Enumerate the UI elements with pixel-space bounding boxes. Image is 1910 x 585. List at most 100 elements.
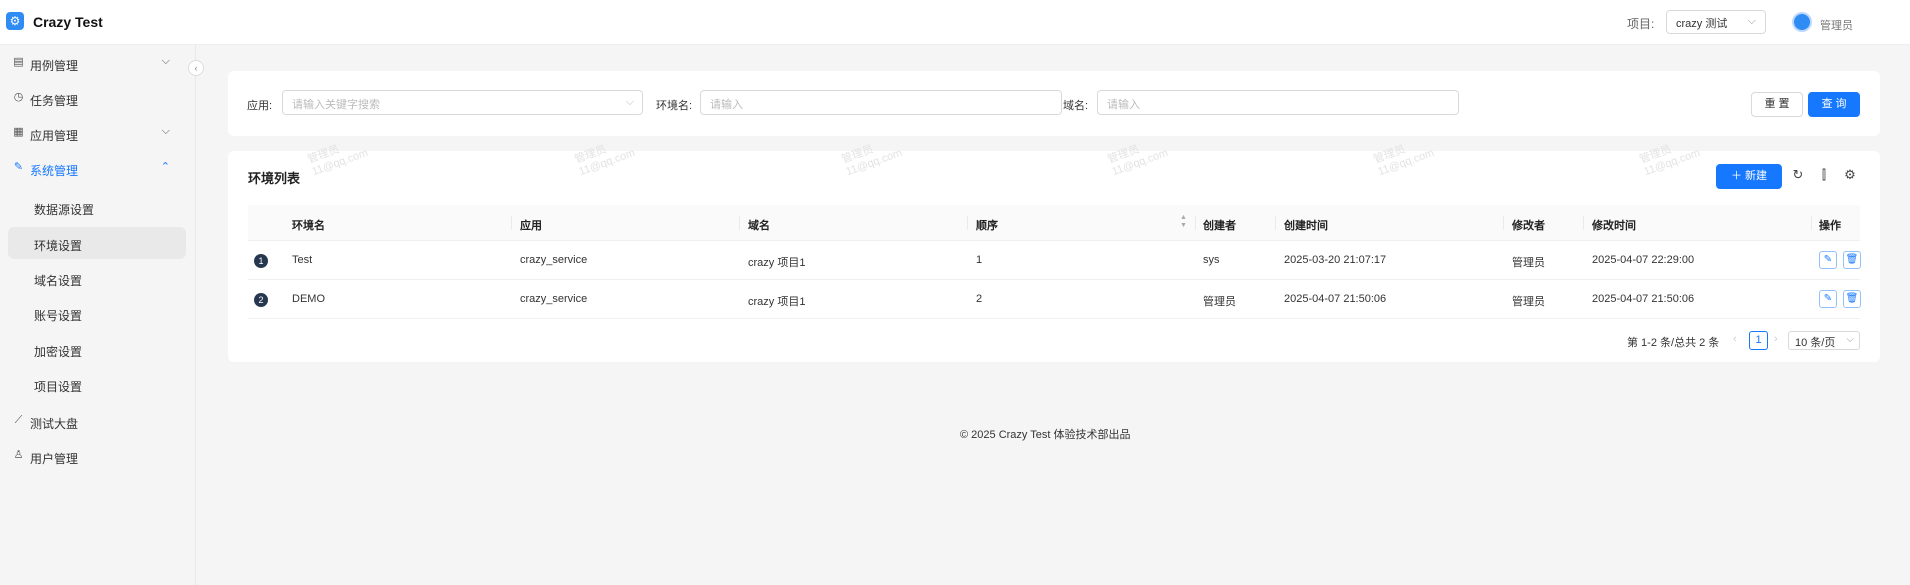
app-search-placeholder: 请输入关键字搜索: [292, 99, 380, 111]
sidebar-item-system-management[interactable]: ✎ 系统管理 ⌃: [8, 153, 186, 183]
reset-button[interactable]: 重 置: [1751, 92, 1803, 117]
column-header-env-name: 环境名: [292, 220, 325, 232]
plus-icon: ＋: [1730, 170, 1742, 182]
sidebar-subitem-datasource[interactable]: 数据源设置: [8, 191, 186, 223]
sidebar-item-label: 测试大盘: [30, 417, 79, 431]
sidebar-subitem-account[interactable]: 账号设置: [8, 297, 186, 329]
cell-env-name: Test: [292, 254, 313, 266]
footer-copyright: © 2025 Crazy Test 体验技术部出品: [960, 429, 1131, 441]
app-field-label: 应用:: [247, 100, 273, 112]
sidebar-item-label: 任务管理: [30, 94, 79, 108]
cell-modifier: 管理员: [1512, 257, 1545, 269]
column-header-created-time: 创建时间: [1284, 220, 1328, 232]
project-label: 项目:: [1627, 17, 1655, 31]
sidebar-subitem-label: 域名设置: [34, 274, 83, 288]
sidebar-item-user-management[interactable]: ♙ 用户管理: [8, 441, 186, 471]
domain-input[interactable]: 请输入: [1097, 90, 1459, 115]
sidebar: ▤ 用例管理 ⌵ ◷ 任务管理 ▦ 应用管理 ⌵ ✎ 系统管理 ⌃ 数据源设置 …: [0, 45, 196, 585]
prev-page-icon[interactable]: ‹: [1733, 333, 1737, 345]
row-index-badge: 2: [254, 293, 268, 307]
sidebar-subitem-label: 项目设置: [34, 380, 83, 394]
page-size-select[interactable]: 10 条/页 ⌵: [1788, 331, 1860, 350]
wrench-icon: ✎: [13, 161, 24, 173]
column-separator: [967, 216, 968, 230]
column-header-modifier: 修改者: [1512, 220, 1545, 232]
column-header-creator: 创建者: [1203, 220, 1236, 232]
sidebar-collapse-button[interactable]: ‹: [188, 60, 204, 76]
env-name-placeholder: 请输入: [710, 99, 743, 111]
env-field-label: 环境名:: [656, 100, 693, 112]
sidebar-item-label: 用户管理: [30, 452, 79, 466]
refresh-icon[interactable]: ↻: [1790, 167, 1806, 183]
cell-created-time: 2025-03-20 21:07:17: [1284, 254, 1387, 266]
cell-creator: 管理员: [1203, 296, 1236, 308]
domain-placeholder: 请输入: [1107, 99, 1140, 111]
sidebar-item-label: 应用管理: [30, 129, 79, 143]
sort-icon[interactable]: ▲ ▼: [1180, 214, 1187, 230]
cell-app: crazy_service: [520, 254, 588, 266]
cell-modified-time: 2025-04-07 22:29:00: [1592, 254, 1695, 266]
search-form: 应用: 请输入关键字搜索 ⌵ 环境名: 请输入 域名: 请输入 重 置 查 询: [228, 71, 1880, 136]
sidebar-item-task-management[interactable]: ◷ 任务管理: [8, 83, 186, 113]
delete-icon[interactable]: 🗑: [1843, 251, 1861, 269]
cell-domain: crazy 项目1: [748, 257, 806, 269]
cell-modifier: 管理员: [1512, 296, 1545, 308]
sidebar-subitem-project[interactable]: 项目设置: [8, 368, 186, 400]
sidebar-item-app-management[interactable]: ▦ 应用管理 ⌵: [8, 118, 186, 148]
column-separator: [1275, 216, 1276, 230]
edit-icon[interactable]: ✎: [1819, 290, 1837, 308]
app-search-select[interactable]: 请输入关键字搜索 ⌵: [282, 90, 643, 115]
column-separator: [1811, 216, 1812, 230]
table-title: 环境列表: [248, 171, 301, 186]
sidebar-subitem-label: 账号设置: [34, 309, 83, 323]
chevron-down-icon: ⌵: [1747, 15, 1756, 27]
density-icon[interactable]: ⫿: [1816, 167, 1832, 183]
user-name[interactable]: 管理员: [1820, 17, 1853, 33]
sidebar-subitem-encryption[interactable]: 加密设置: [8, 333, 186, 365]
chart-icon: ⟋: [14, 414, 23, 426]
environment-table-card: 环境列表 ＋ 新建 ↻ ⫿ ⚙ 环境名 应用 域名 顺序 ▲ ▼ 创建者 创建时间…: [228, 151, 1880, 362]
sidebar-item-test-dashboard[interactable]: ⟋ 测试大盘: [8, 406, 186, 436]
chevron-up-icon: ⌃: [160, 161, 170, 173]
column-header-order[interactable]: 顺序: [976, 217, 998, 233]
sidebar-subitem-domain[interactable]: 域名设置: [8, 262, 186, 294]
column-separator: [1195, 216, 1196, 230]
sidebar-item-label: 系统管理: [30, 164, 79, 178]
app-logo-icon[interactable]: ⚙: [6, 12, 24, 30]
next-page-icon[interactable]: ›: [1774, 333, 1778, 345]
column-header-modified-time: 修改时间: [1592, 220, 1636, 232]
clock-icon: ◷: [13, 91, 24, 103]
top-header: ⚙ Crazy Test 项目: crazy 测试 ⌵ 管理员: [0, 0, 1910, 45]
sidebar-subitem-label: 数据源设置: [34, 203, 95, 217]
cell-creator: sys: [1203, 254, 1220, 266]
column-header-domain: 域名: [748, 220, 770, 232]
grid-icon: ▦: [13, 126, 24, 138]
project-select-value: crazy 测试: [1676, 18, 1728, 30]
env-name-input[interactable]: 请输入: [700, 90, 1062, 115]
table-header: 环境名 应用 域名 顺序 ▲ ▼ 创建者 创建时间 修改者 修改时间 操作: [248, 205, 1860, 241]
column-separator: [1503, 216, 1504, 230]
sidebar-subitem-environment[interactable]: 环境设置: [8, 227, 186, 259]
app-title[interactable]: Crazy Test: [33, 14, 103, 30]
avatar[interactable]: [1792, 12, 1812, 32]
settings-icon[interactable]: ⚙: [1842, 167, 1858, 183]
row-index-badge: 1: [254, 254, 268, 268]
cell-created-time: 2025-04-07 21:50:06: [1284, 293, 1387, 305]
project-select[interactable]: crazy 测试 ⌵: [1666, 10, 1766, 34]
pagination-total: 第 1-2 条/总共 2 条: [1627, 337, 1720, 349]
cell-domain: crazy 项目1: [748, 296, 806, 308]
cell-app: crazy_service: [520, 293, 588, 305]
delete-icon[interactable]: 🗑: [1843, 290, 1861, 308]
query-button[interactable]: 查 询: [1808, 92, 1860, 117]
chevron-down-icon: ⌵: [161, 125, 170, 137]
column-separator: [739, 216, 740, 230]
sidebar-item-case-management[interactable]: ▤ 用例管理 ⌵: [8, 48, 186, 78]
pagination-page-1[interactable]: 1: [1749, 331, 1768, 350]
table-row: 1 Test crazy_service crazy 项目1 1 sys 202…: [248, 241, 1861, 280]
cell-modified-time: 2025-04-07 21:50:06: [1592, 293, 1695, 305]
cell-env-name: DEMO: [292, 293, 325, 305]
new-button[interactable]: ＋ 新建: [1716, 164, 1782, 189]
sidebar-subitem-label: 环境设置: [34, 239, 83, 253]
edit-icon[interactable]: ✎: [1819, 251, 1837, 269]
column-header-app: 应用: [520, 220, 542, 232]
